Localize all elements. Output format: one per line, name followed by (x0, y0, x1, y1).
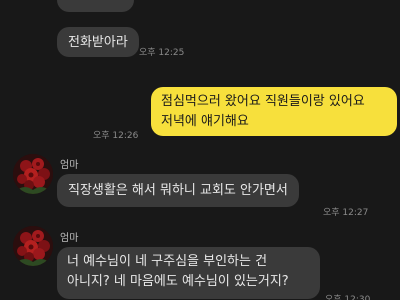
message-timestamp: 오후 12:26 (93, 131, 139, 141)
chat-room: 전화받아라 오후 12:25 점심먹으러 왔어요 직원들이랑 있어요 저녁에 얘… (0, 0, 400, 300)
message-bubble-incoming[interactable]: 전화받아라 (57, 27, 139, 57)
message-bubble-incoming[interactable]: 직장생활은 해서 뭐하니 교회도 안가면서 (57, 174, 299, 207)
message-text: 전화받아라 (68, 35, 128, 50)
message-text-line-2: 아니지? 네 마음에도 예수님이 있는거지? (67, 274, 289, 289)
sender-avatar[interactable] (13, 226, 53, 266)
message-bubble-incoming[interactable]: 너 예수님이 네 구주심을 부인하는 건 아니지? 네 마음에도 예수님이 있는… (57, 247, 320, 299)
rose-bouquet-icon (13, 226, 53, 266)
message-timestamp: 오후 12:27 (323, 208, 369, 218)
message-text-line-2: 저녁에 얘기해요 (161, 114, 249, 129)
rose-bouquet-icon (13, 154, 53, 194)
message-timestamp: 오후 12:25 (139, 48, 185, 58)
sender-name: 엄마 (60, 160, 79, 171)
message-text: 직장생활은 해서 뭐하니 교회도 안가면서 (68, 183, 288, 198)
sender-avatar[interactable] (13, 154, 53, 194)
message-text-line-1: 점심먹으러 왔어요 직원들이랑 있어요 (161, 94, 365, 109)
message-text-line-1: 너 예수님이 네 구주심을 부인하는 건 (67, 254, 268, 269)
message-bubble-outgoing[interactable]: 점심먹으러 왔어요 직원들이랑 있어요 저녁에 얘기해요 (151, 87, 397, 136)
message-timestamp: 오후 12:30 (325, 295, 371, 300)
message-bubble-partial[interactable] (57, 0, 134, 12)
sender-name: 엄마 (60, 233, 79, 244)
